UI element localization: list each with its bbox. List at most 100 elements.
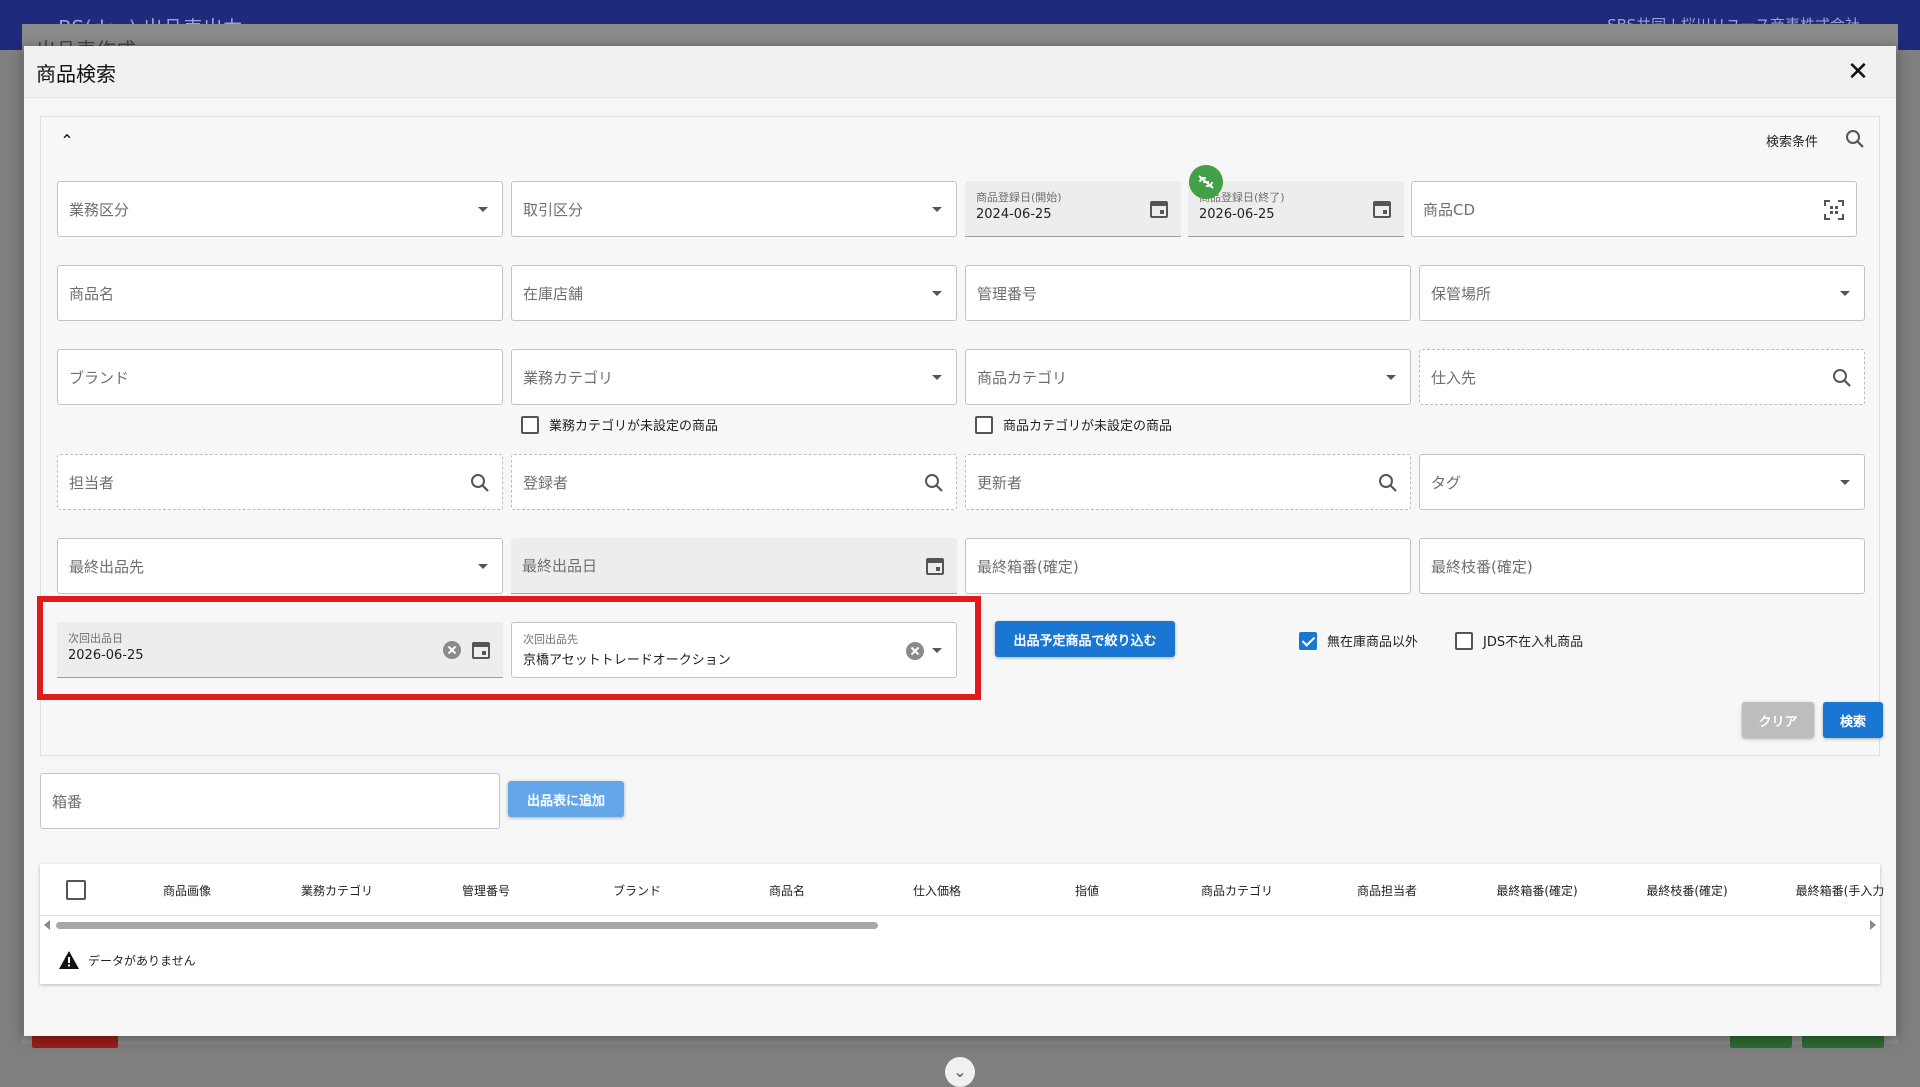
checkbox-label: 商品カテゴリが未設定の商品 [1003,419,1173,434]
dropdown-arrow-icon [478,207,488,212]
saishu-edaban-input[interactable]: 最終枝番(確定) [1419,538,1865,594]
scroll-down-icon[interactable]: ⌄ [945,1057,975,1087]
clear-button[interactable]: クリア [1742,702,1814,738]
search-icon[interactable] [468,471,492,495]
tantosha-placeholder: 担当者 [69,474,115,492]
koshinsha-placeholder: 更新者 [977,474,1023,492]
shohin-category-unset-checkbox[interactable]: 商品カテゴリが未設定の商品 [975,415,1172,434]
close-icon[interactable]: ✕ [1842,56,1874,88]
torihiki-kubun-select[interactable]: 取引区分 [511,181,957,237]
scroll-right-icon[interactable] [1870,920,1876,930]
tag-placeholder: タグ [1431,474,1462,492]
dropdown-arrow-icon [932,375,942,380]
scroll-left-icon[interactable] [44,920,50,930]
brand-input[interactable]: ブランド [57,349,503,405]
column-header[interactable]: 指値 [1075,882,1099,899]
saishu-hakoban-input[interactable]: 最終箱番(確定) [965,538,1411,594]
torihiki-kubun-placeholder: 取引区分 [523,201,584,219]
empty-message-text: データがありません [88,953,196,968]
checkbox-label: 業務カテゴリが未設定の商品 [549,419,719,434]
hokan-basho-select[interactable]: 保管場所 [1419,265,1865,321]
zaiko-tenpo-placeholder: 在庫店舗 [523,285,584,303]
checkbox-box[interactable] [1455,631,1473,650]
box-number-input[interactable]: 箱番 [40,773,500,829]
column-header[interactable]: 業務カテゴリ [301,882,373,899]
chevron-up-icon[interactable]: ⌃ [55,129,79,153]
column-header[interactable]: 管理番号 [462,882,510,899]
column-header[interactable]: ブランド [613,882,661,899]
column-header[interactable]: 仕入価格 [913,882,961,899]
torokusha-placeholder: 登録者 [523,474,569,492]
saishu-shuppinbi-field[interactable]: 最終出品日 [511,538,957,594]
shohin-category-select[interactable]: 商品カテゴリ [965,349,1411,405]
add-to-listing-button[interactable]: 出品表に追加 [508,781,624,817]
table-header: 商品画像 業務カテゴリ 管理番号 ブランド 商品名 仕入価格 指値 商品カテゴリ… [40,864,1884,916]
registration-end-value: 2026-06-25 [1199,207,1275,222]
column-header[interactable]: 商品担当者 [1357,882,1417,899]
kanri-bango-placeholder: 管理番号 [977,285,1038,303]
koshinsha-input[interactable]: 更新者 [965,454,1411,510]
search-icon[interactable] [1376,471,1400,495]
registration-start-date-field[interactable]: 商品登録日(開始) 2024-06-25 [965,181,1181,237]
shohin-mei-placeholder: 商品名 [69,285,115,303]
search-conditions-label: 検索条件 [1766,135,1819,150]
box-number-placeholder: 箱番 [52,793,83,811]
jds-absent-checkbox[interactable]: JDS不在入札商品 [1455,631,1583,650]
shohin-mei-input[interactable]: 商品名 [57,265,503,321]
hokan-basho-placeholder: 保管場所 [1431,285,1492,303]
column-header[interactable]: 最終箱番(確定) [1496,882,1577,899]
shohin-cd-input[interactable]: 商品CD [1411,181,1857,237]
shohin-category-placeholder: 商品カテゴリ [977,369,1068,387]
kanri-bango-input[interactable]: 管理番号 [965,265,1411,321]
registration-start-value: 2024-06-25 [976,207,1052,222]
dropdown-arrow-icon [1386,375,1396,380]
saishu-shuppinbi-placeholder: 最終出品日 [522,557,598,575]
checkbox-box-checked[interactable] [1299,631,1317,650]
column-header[interactable]: 商品カテゴリ [1201,882,1273,899]
calendar-icon[interactable] [1147,197,1171,221]
zaiko-tenpo-select[interactable]: 在庫店舗 [511,265,957,321]
link-off-icon[interactable] [1189,165,1223,199]
registration-start-label: 商品登録日(開始) [976,191,1062,204]
saishu-shuppinsaki-select[interactable]: 最終出品先 [57,538,503,594]
calendar-icon[interactable] [923,554,947,578]
column-header[interactable]: 商品画像 [163,882,211,899]
column-header[interactable]: 商品名 [769,882,805,899]
dropdown-arrow-icon [478,564,488,569]
tantosha-input[interactable]: 担当者 [57,454,503,510]
search-button[interactable]: 検索 [1823,702,1883,738]
results-table: 商品画像 業務カテゴリ 管理番号 ブランド 商品名 仕入価格 指値 商品カテゴリ… [40,864,1884,984]
horizontal-scrollbar[interactable] [56,922,878,929]
dropdown-arrow-icon [932,291,942,296]
dropdown-arrow-icon [1840,291,1850,296]
torokusha-input[interactable]: 登録者 [511,454,957,510]
search-icon[interactable] [1830,366,1854,390]
calendar-icon[interactable] [1370,197,1394,221]
dropdown-arrow-icon [1840,480,1850,485]
except-no-stock-checkbox[interactable]: 無在庫商品以外 [1299,631,1418,650]
modal-header: 商品検索 ✕ [24,46,1896,98]
checkbox-label: JDS不在入札商品 [1483,635,1584,650]
gyomu-category-unset-checkbox[interactable]: 業務カテゴリが未設定の商品 [521,415,718,434]
gyomu-kubun-select[interactable]: 業務区分 [57,181,503,237]
column-header[interactable]: 最終枝番(確定) [1646,882,1727,899]
shiiresaki-input[interactable]: 仕入先 [1419,349,1865,405]
search-icon[interactable] [922,471,946,495]
empty-message: データがありません [58,950,196,970]
gyomu-kubun-placeholder: 業務区分 [69,201,130,219]
gyomu-category-select[interactable]: 業務カテゴリ [511,349,957,405]
saishu-hakoban-placeholder: 最終箱番(確定) [977,558,1079,576]
brand-placeholder: ブランド [69,369,130,387]
qr-scan-icon[interactable] [1822,198,1846,222]
checkbox-box[interactable] [975,415,993,434]
tag-select[interactable]: タグ [1419,454,1865,510]
column-header[interactable]: 最終箱番(手入力 [1796,882,1885,899]
search-icon[interactable] [1843,127,1867,151]
select-all-checkbox[interactable] [66,880,86,900]
dropdown-arrow-icon [932,207,942,212]
saishu-shuppinsaki-placeholder: 最終出品先 [69,558,145,576]
modal-title: 商品検索 [36,62,116,86]
checkbox-label: 無在庫商品以外 [1327,635,1419,650]
filter-scheduled-button[interactable]: 出品予定商品で絞り込む [995,621,1175,657]
checkbox-box[interactable] [521,415,539,434]
